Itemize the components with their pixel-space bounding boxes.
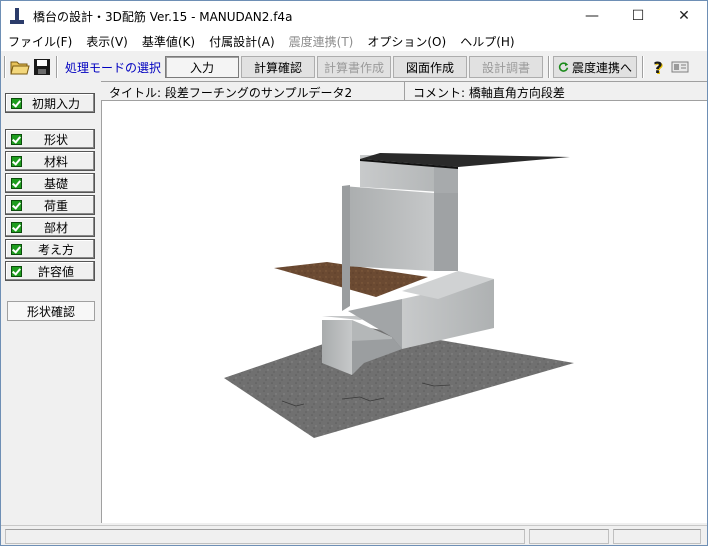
save-disk-icon[interactable] — [31, 56, 53, 78]
info-divider — [404, 82, 405, 100]
calc-check-label: 計算確認 — [254, 60, 303, 75]
status-bar — [1, 525, 707, 545]
abutment-wall-left — [342, 185, 350, 311]
menu-bar: ファイル(F) 表示(V) 基準値(K) 付属設計(A) 震度連携(T) オプシ… — [1, 31, 707, 51]
sidebar-item-label: 形状 — [43, 132, 68, 147]
menu-view[interactable]: 表示(V) — [79, 33, 135, 50]
id-card-icon[interactable] — [669, 56, 691, 78]
input-mode-label: 入力 — [190, 60, 215, 75]
toolbar-separator — [642, 56, 645, 78]
close-icon: ✕ — [678, 8, 690, 24]
toolbar-separator — [548, 56, 551, 78]
check-icon — [11, 243, 22, 255]
sidebar-item-label: 考え方 — [37, 242, 74, 257]
abutment-3d-model — [224, 153, 574, 438]
maximize-button[interactable]: ☐ — [615, 1, 661, 31]
check-icon — [11, 97, 22, 109]
check-icon — [11, 155, 22, 167]
report-create-button[interactable]: 計算書作成 — [317, 56, 392, 78]
title-bar[interactable]: 橋台の設計・3D配筋 Ver.15 - MANUDAN2.f4a — ☐ ✕ — [1, 1, 707, 31]
window-controls: — ☐ ✕ — [569, 1, 707, 31]
design-record-button[interactable]: 設計調書 — [469, 56, 544, 78]
data-comment: コメント: 橋軸直角方向段差 — [413, 86, 565, 100]
input-mode-button[interactable]: 入力 — [165, 56, 240, 78]
data-info-bar: タイトル: 段差フーチングのサンプルデータ2 コメント: 橋軸直角方向段差 — [101, 81, 707, 101]
sidebar-item-label: 基礎 — [43, 176, 68, 191]
calc-check-button[interactable]: 計算確認 — [241, 56, 316, 78]
open-folder-icon[interactable] — [9, 56, 31, 78]
drawing-create-label: 図面作成 — [406, 60, 455, 75]
menu-options[interactable]: オプション(O) — [360, 33, 453, 50]
sidebar-item-member[interactable]: 部材 — [5, 217, 95, 237]
abutment-wall-side — [434, 187, 458, 271]
help-glyph: ? — [653, 57, 663, 77]
mode-selection-label: 処理モードの選択 — [65, 60, 162, 75]
seismic-link-label: 震度連携へ — [572, 60, 633, 75]
input-sidebar: 初期入力 形状 材料 基礎 荷重 部材 考え方 許容値 形状確認 — [1, 85, 101, 523]
sidebar-item-shape[interactable]: 形状 — [5, 129, 95, 149]
sidebar-item-label: 初期入力 — [31, 96, 80, 111]
menu-seismic-link[interactable]: 震度連携(T) — [282, 33, 361, 50]
check-icon — [11, 177, 22, 189]
check-icon — [11, 221, 22, 233]
sidebar-item-label: 部材 — [43, 220, 68, 235]
refresh-icon — [558, 62, 569, 72]
toolbar-separator — [56, 56, 58, 78]
sidebar-item-concept[interactable]: 考え方 — [5, 239, 95, 259]
sidebar-item-label: 許容値 — [37, 264, 74, 279]
menu-help[interactable]: ヘルプ(H) — [453, 33, 521, 50]
toolbar-separator — [4, 56, 6, 78]
drawing-create-button[interactable]: 図面作成 — [393, 56, 468, 78]
report-create-label: 計算書作成 — [324, 60, 385, 75]
check-icon — [11, 133, 22, 145]
shape-check-button[interactable]: 形状確認 — [7, 301, 95, 321]
window-title: 橋台の設計・3D配筋 Ver.15 - MANUDAN2.f4a — [33, 9, 293, 24]
sidebar-item-material[interactable]: 材料 — [5, 151, 95, 171]
3d-model-viewport[interactable] — [101, 101, 707, 523]
abutment-wall-front — [342, 186, 434, 271]
menu-file[interactable]: ファイル(F) — [1, 33, 79, 50]
close-button[interactable]: ✕ — [661, 1, 707, 31]
minimize-button[interactable]: — — [569, 1, 615, 31]
menu-standards[interactable]: 基準値(K) — [135, 33, 202, 50]
sidebar-item-allowable[interactable]: 許容値 — [5, 261, 95, 281]
menu-attached-design[interactable]: 付属設計(A) — [202, 33, 282, 50]
sidebar-item-load[interactable]: 荷重 — [5, 195, 95, 215]
sidebar-item-label: 荷重 — [43, 198, 68, 213]
seismic-link-button[interactable]: 震度連携へ — [553, 56, 638, 78]
toolbar: 処理モードの選択 入力 計算確認 計算書作成 図面作成 設計調書 震度連携へ ? — [1, 53, 707, 81]
minimize-icon: — — [585, 8, 599, 24]
status-pane-main — [5, 529, 525, 544]
status-pane-3 — [613, 529, 701, 544]
design-record-label: 設計調書 — [482, 60, 531, 75]
check-icon — [11, 199, 22, 211]
check-icon — [11, 265, 22, 277]
sidebar-item-initial-input[interactable]: 初期入力 — [5, 93, 95, 113]
sidebar-item-label: 材料 — [43, 154, 68, 169]
sidebar-item-foundation[interactable]: 基礎 — [5, 173, 95, 193]
shape-check-label: 形状確認 — [26, 304, 75, 319]
maximize-icon: ☐ — [631, 8, 645, 24]
app-window: 橋台の設計・3D配筋 Ver.15 - MANUDAN2.f4a — ☐ ✕ フ… — [0, 0, 708, 546]
data-title: タイトル: 段差フーチングのサンプルデータ2 — [109, 86, 353, 100]
app-logo-icon — [9, 7, 25, 25]
help-icon[interactable]: ? — [647, 56, 669, 78]
status-pane-2 — [529, 529, 609, 544]
